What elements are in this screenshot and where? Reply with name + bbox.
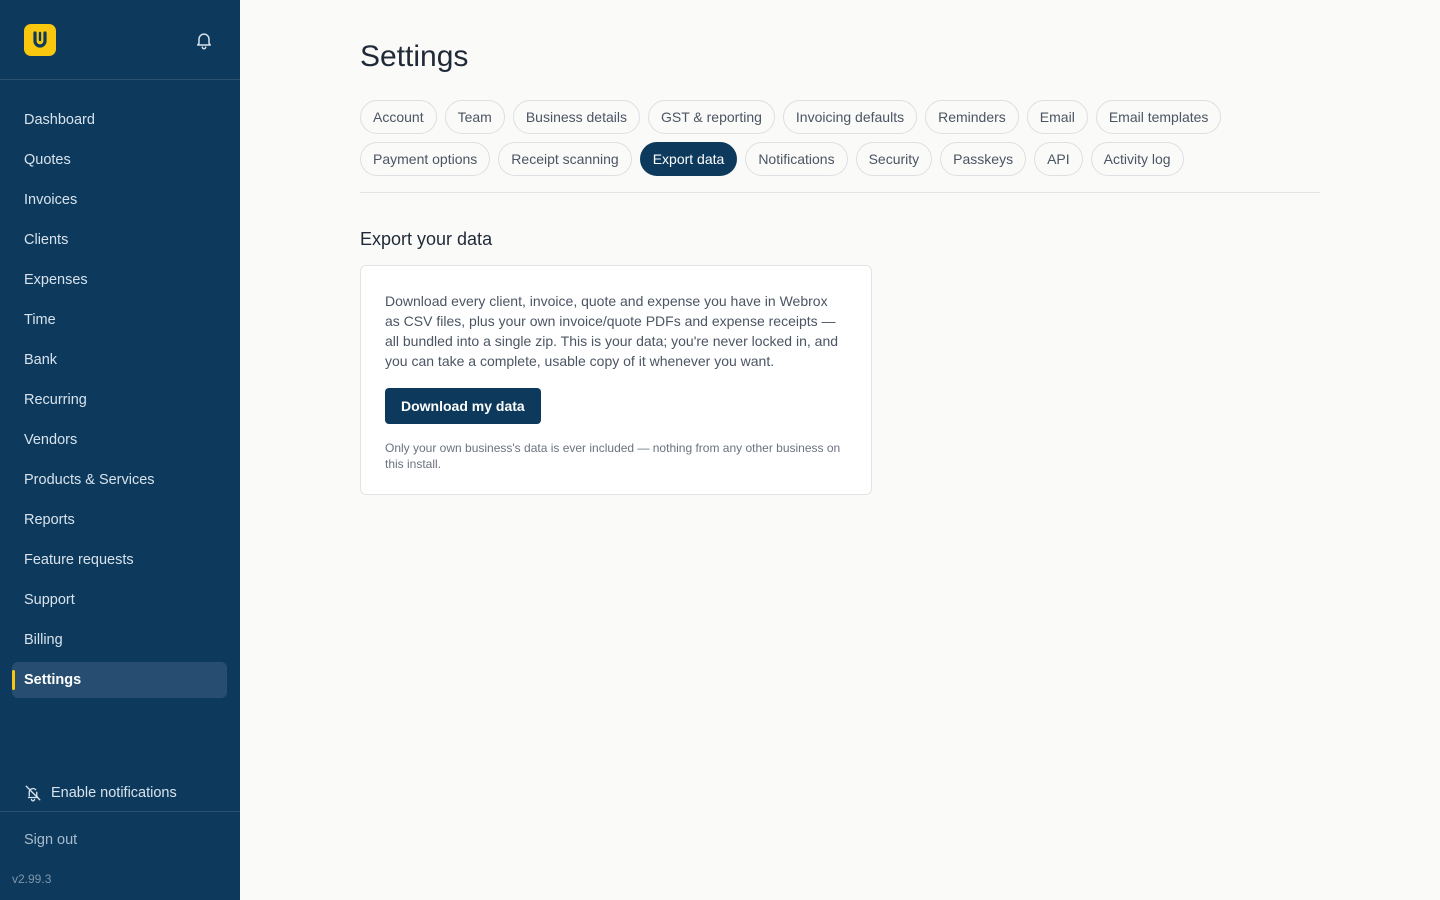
tab-email-templates[interactable]: Email templates: [1095, 100, 1222, 134]
tabs-divider: [360, 192, 1320, 193]
download-my-data-button[interactable]: Download my data: [385, 388, 541, 424]
app-version: v2.99.3: [12, 872, 52, 886]
tab-security[interactable]: Security: [855, 142, 933, 176]
tab-notifications[interactable]: Notifications: [745, 142, 848, 176]
app-logo[interactable]: [24, 24, 56, 56]
sidebar-item-quotes[interactable]: Quotes: [12, 142, 227, 178]
sidebar-header: [0, 0, 240, 80]
tab-team[interactable]: Team: [444, 100, 505, 134]
section-title: Export your data: [360, 229, 493, 249]
bell-off-icon: [25, 785, 41, 802]
sidebar-item-invoices[interactable]: Invoices: [12, 182, 227, 218]
tab-receipt-scanning[interactable]: Receipt scanning: [498, 142, 632, 176]
tab-email[interactable]: Email: [1026, 100, 1088, 134]
export-note: Only your own business's data is ever in…: [385, 441, 841, 471]
sidebar-divider: [0, 811, 240, 812]
tab-gst-and-reporting[interactable]: GST & reporting: [648, 100, 775, 134]
tab-business-details[interactable]: Business details: [512, 100, 640, 134]
tab-account[interactable]: Account: [360, 100, 437, 134]
sidebar-item-support[interactable]: Support: [12, 582, 227, 618]
enable-notifications-link[interactable]: Enable notifications: [24, 780, 177, 806]
tab-reminders[interactable]: Reminders: [925, 100, 1019, 134]
sidebar-item-recurring[interactable]: Recurring: [12, 382, 227, 418]
sidebar-item-clients[interactable]: Clients: [12, 222, 227, 258]
tab-row: Payment options Receipt scanning Export da…: [360, 142, 1320, 176]
tab-payment-options[interactable]: Payment options: [360, 142, 491, 176]
tab-api[interactable]: API: [1034, 142, 1083, 176]
sidebar: Dashboard Quotes Invoices Clients Expenses Ti…: [0, 0, 240, 900]
settings-tabs: Account Team Business details GST & reporti…: [360, 100, 1320, 184]
enable-notifications-label: Enable notifications: [51, 785, 177, 801]
page-title: Settings: [360, 40, 469, 73]
sidebar-nav: Dashboard Quotes Invoices Clients Expenses Ti…: [12, 102, 227, 702]
sidebar-item-vendors[interactable]: Vendors: [12, 422, 227, 458]
tab-export-data[interactable]: Export data: [639, 142, 738, 176]
sidebar-item-dashboard[interactable]: Dashboard: [12, 102, 227, 138]
sidebar-item-expenses[interactable]: Expenses: [12, 262, 227, 298]
sidebar-item-settings[interactable]: Settings: [12, 662, 227, 698]
tab-invoicing-defaults[interactable]: Invoicing defaults: [782, 100, 918, 134]
sidebar-item-reports[interactable]: Reports: [12, 502, 227, 538]
tab-passkeys[interactable]: Passkeys: [940, 142, 1027, 176]
notifications-bell-icon[interactable]: [193, 29, 215, 51]
sidebar-item-bank[interactable]: Bank: [12, 342, 227, 378]
export-card: Download every client, invoice, quote an…: [360, 265, 872, 495]
logo-u-icon: [33, 31, 47, 48]
tab-activity-log[interactable]: Activity log: [1090, 142, 1184, 176]
sign-out-link[interactable]: Sign out: [24, 832, 77, 848]
sidebar-item-products-and-services[interactable]: Products & Services: [12, 462, 227, 498]
sidebar-item-billing[interactable]: Billing: [12, 622, 227, 658]
export-description: Download every client, invoice, quote an…: [385, 293, 839, 369]
sidebar-item-time[interactable]: Time: [12, 302, 227, 338]
tab-row: Account Team Business details GST & reporti…: [360, 100, 1320, 134]
sidebar-item-feature-requests[interactable]: Feature requests: [12, 542, 227, 578]
